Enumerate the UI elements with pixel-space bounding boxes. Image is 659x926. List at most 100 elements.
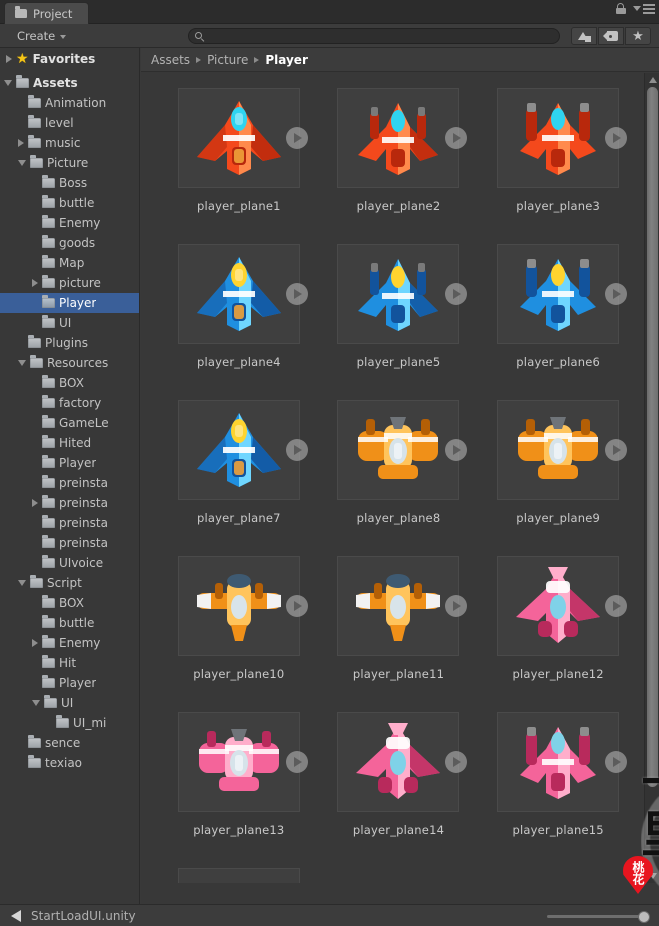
play-preview-icon[interactable] xyxy=(445,595,468,617)
asset-thumbnail[interactable] xyxy=(177,556,308,656)
triangle-right-icon[interactable] xyxy=(32,639,38,647)
play-preview-icon[interactable] xyxy=(285,127,308,149)
tree-item-level[interactable]: level xyxy=(0,113,139,133)
asset-thumbnail[interactable] xyxy=(337,88,468,188)
triangle-down-icon[interactable] xyxy=(18,580,26,586)
asset-item[interactable]: player_plane3 xyxy=(478,85,638,241)
tree-item-script[interactable]: Script xyxy=(0,573,139,593)
play-preview-icon[interactable] xyxy=(445,283,468,305)
play-preview-icon[interactable] xyxy=(605,751,628,773)
play-preview-icon[interactable] xyxy=(285,595,308,617)
asset-thumbnail[interactable] xyxy=(177,712,308,812)
scrollbar-thumb[interactable] xyxy=(647,87,658,787)
triangle-down-icon[interactable] xyxy=(18,360,26,366)
asset-item[interactable] xyxy=(159,865,319,883)
asset-thumbnail[interactable] xyxy=(177,244,308,344)
asset-item[interactable]: player_plane8 xyxy=(319,397,479,553)
asset-item[interactable]: player_plane7 xyxy=(159,397,319,553)
asset-thumbnail[interactable] xyxy=(337,712,468,812)
play-preview-icon[interactable] xyxy=(285,751,308,773)
tree-item-hit[interactable]: Hit xyxy=(0,653,139,673)
triangle-right-icon[interactable] xyxy=(32,499,38,507)
asset-thumbnail[interactable] xyxy=(177,400,308,500)
tree-item-preinsta[interactable]: preinsta xyxy=(0,473,139,493)
asset-item[interactable]: player_plane6 xyxy=(478,241,638,397)
play-preview-icon[interactable] xyxy=(605,283,628,305)
asset-item[interactable]: player_plane14 xyxy=(319,709,479,865)
tree-item-factory[interactable]: factory xyxy=(0,393,139,413)
tree-item-enemy[interactable]: Enemy xyxy=(0,633,139,653)
triangle-down-icon[interactable] xyxy=(18,160,26,166)
breadcrumb-item-player[interactable]: Player xyxy=(265,53,308,67)
triangle-down-icon[interactable] xyxy=(32,700,40,706)
tree-item-assets[interactable]: Assets xyxy=(0,73,139,93)
tree-item-preinsta[interactable]: preinsta xyxy=(0,513,139,533)
asset-thumbnail[interactable] xyxy=(497,556,628,656)
tree-item-animation[interactable]: Animation xyxy=(0,93,139,113)
tree-item-player[interactable]: Player xyxy=(0,293,139,313)
favorites-filter-button[interactable]: ★ xyxy=(625,27,651,45)
triangle-right-icon[interactable] xyxy=(6,54,12,63)
tree-item-resources[interactable]: Resources xyxy=(0,353,139,373)
play-preview-icon[interactable] xyxy=(445,439,468,461)
tree-item-goods[interactable]: goods xyxy=(0,233,139,253)
asset-item[interactable]: player_plane13 xyxy=(159,709,319,865)
asset-item[interactable]: player_plane15 xyxy=(478,709,638,865)
search-input[interactable] xyxy=(204,29,559,43)
favorites-row[interactable]: ★ Favorites xyxy=(0,48,139,69)
play-preview-icon[interactable] xyxy=(285,439,308,461)
tree-item-preinsta[interactable]: preinsta xyxy=(0,493,139,513)
thumbnail-zoom-slider[interactable] xyxy=(547,910,650,923)
tree-item-player[interactable]: Player xyxy=(0,453,139,473)
triangle-right-icon[interactable] xyxy=(18,139,24,147)
search-field[interactable] xyxy=(188,28,560,44)
tree-item-picture[interactable]: Picture xyxy=(0,153,139,173)
triangle-up-icon[interactable] xyxy=(648,77,657,83)
asset-thumbnail[interactable] xyxy=(497,400,628,500)
tree-item-ui[interactable]: UI xyxy=(0,693,139,713)
tree-item-buttle[interactable]: buttle xyxy=(0,613,139,633)
asset-thumbnail[interactable] xyxy=(497,244,628,344)
tree-item-boss[interactable]: Boss xyxy=(0,173,139,193)
play-preview-icon[interactable] xyxy=(445,127,468,149)
asset-item[interactable]: player_plane5 xyxy=(319,241,479,397)
play-preview-icon[interactable] xyxy=(605,127,628,149)
asset-thumbnail[interactable] xyxy=(177,88,308,188)
tree-item-gamele[interactable]: GameLe xyxy=(0,413,139,433)
asset-thumbnail[interactable] xyxy=(337,400,468,500)
tree-item-ui[interactable]: UI xyxy=(0,313,139,333)
slider-knob[interactable] xyxy=(638,910,650,923)
tree-item-plugins[interactable]: Plugins xyxy=(0,333,139,353)
project-tree-panel[interactable]: ★ Favorites Assets Animation level music Pic… xyxy=(0,48,140,904)
folder-tree[interactable]: Assets Animation level music Picture Boss butt… xyxy=(0,69,139,773)
play-preview-icon[interactable] xyxy=(445,751,468,773)
tree-item-ui-mi[interactable]: UI_mi xyxy=(0,713,139,733)
asset-item[interactable]: player_plane1 xyxy=(159,85,319,241)
asset-item[interactable]: player_plane10 xyxy=(159,553,319,709)
asset-thumbnail[interactable] xyxy=(337,244,468,344)
breadcrumb[interactable]: Assets Picture Player xyxy=(141,48,659,72)
asset-thumbnail[interactable] xyxy=(497,712,628,812)
triangle-right-icon[interactable] xyxy=(32,279,38,287)
tree-item-sence[interactable]: sence xyxy=(0,733,139,753)
tree-item-buttle[interactable]: buttle xyxy=(0,193,139,213)
asset-thumbnail[interactable] xyxy=(177,868,300,883)
vertical-scrollbar[interactable] xyxy=(644,73,659,883)
triangle-down-icon[interactable] xyxy=(4,80,12,86)
tree-item-box[interactable]: BOX xyxy=(0,593,139,613)
play-preview-icon[interactable] xyxy=(605,595,628,617)
filter-by-label-button[interactable] xyxy=(598,27,624,45)
asset-item[interactable]: player_plane11 xyxy=(319,553,479,709)
filter-by-type-button[interactable] xyxy=(571,27,597,45)
asset-thumbnail[interactable] xyxy=(497,88,628,188)
play-preview-icon[interactable] xyxy=(285,283,308,305)
create-button[interactable]: Create xyxy=(10,27,73,44)
tree-item-texiao[interactable]: texiao xyxy=(0,753,139,773)
tree-item-box[interactable]: BOX xyxy=(0,373,139,393)
asset-item[interactable]: player_plane2 xyxy=(319,85,479,241)
tree-item-player[interactable]: Player xyxy=(0,673,139,693)
tree-item-map[interactable]: Map xyxy=(0,253,139,273)
tree-item-hited[interactable]: Hited xyxy=(0,433,139,453)
hamburger-menu-icon[interactable] xyxy=(633,3,655,14)
asset-item[interactable]: player_plane9 xyxy=(478,397,638,553)
